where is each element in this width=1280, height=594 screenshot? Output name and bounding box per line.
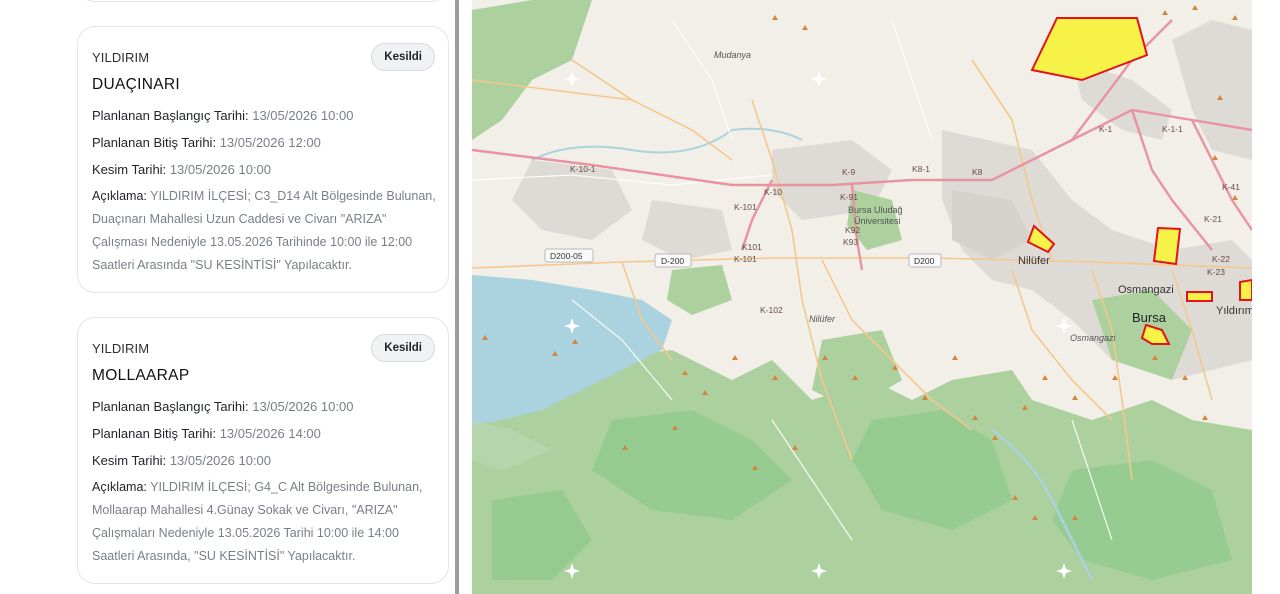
- cut-date-row: Kesim Tarihi: 13/05/2026 10:00: [92, 453, 271, 468]
- svg-text:K-1-1: K-1-1: [1162, 124, 1183, 134]
- planned-end-row: Planlanan Bitiş Tarihi: 13/05/2026 14:00: [92, 426, 321, 441]
- app-root: YILDIRIM Kesildi DUAÇINARI Planlanan Baş…: [0, 0, 1280, 594]
- svg-text:K-1: K-1: [1099, 124, 1113, 134]
- neighborhood-title: MOLLAARAP: [92, 367, 190, 384]
- description-label: Açıklama:: [92, 480, 147, 494]
- cut-date-label: Kesim Tarihi:: [92, 162, 167, 177]
- svg-text:D-200: D-200: [661, 256, 684, 266]
- svg-text:K8: K8: [972, 167, 983, 177]
- svg-text:K-101: K-101: [734, 202, 757, 212]
- svg-text:Bursa: Bursa: [1132, 310, 1167, 325]
- outage-card[interactable]: YILDIRIM Kesildi MOLLAARAP Planlanan Baş…: [77, 317, 449, 584]
- svg-text:Osmangazi: Osmangazi: [1070, 333, 1117, 343]
- svg-text:K-23: K-23: [1207, 267, 1225, 277]
- svg-text:K92: K92: [845, 225, 860, 235]
- planned-end-label: Planlanan Bitiş Tarihi:: [92, 426, 217, 441]
- panel-scrollbar[interactable]: [455, 0, 459, 594]
- cut-date-value: 13/05/2026 10:00: [169, 162, 272, 177]
- svg-text:D200-05: D200-05: [550, 251, 583, 261]
- svg-text:Nilüfer: Nilüfer: [1018, 255, 1050, 267]
- svg-text:K-102: K-102: [760, 305, 783, 315]
- svg-text:K-21: K-21: [1204, 214, 1222, 224]
- svg-text:K-101: K-101: [734, 254, 757, 264]
- cut-date-value: 13/05/2026 10:00: [169, 453, 272, 468]
- planned-end-row: Planlanan Bitiş Tarihi: 13/05/2026 12:00: [92, 135, 321, 150]
- road-shield: D200: [908, 253, 942, 268]
- cut-date-row: Kesim Tarihi: 13/05/2026 10:00: [92, 162, 271, 177]
- planned-end-value: 13/05/2026 12:00: [219, 135, 321, 150]
- planned-start-value: 13/05/2026 10:00: [252, 399, 354, 414]
- svg-text:Nilüfer: Nilüfer: [809, 314, 836, 324]
- outage-card[interactable]: YILDIRIM Kesildi DUAÇINARI Planlanan Baş…: [77, 26, 449, 293]
- outage-zone[interactable]: [1239, 278, 1252, 301]
- planned-start-value: 13/05/2026 10:00: [252, 108, 354, 123]
- outage-map[interactable]: D200-05 D-200 D200 K-10-1 K-10 K-101 K-9…: [472, 0, 1252, 594]
- planned-end-value: 13/05/2026 14:00: [219, 426, 321, 441]
- svg-text:K93: K93: [843, 237, 858, 247]
- map-canvas[interactable]: D200-05 D-200 D200 K-10-1 K-10 K-101 K-9…: [472, 0, 1252, 594]
- planned-start-label: Planlanan Başlangıç Tarihi:: [92, 399, 249, 414]
- svg-text:Bursa Uludağ: Bursa Uludağ: [848, 205, 903, 215]
- svg-text:K-91: K-91: [840, 192, 858, 202]
- status-badge-button[interactable]: Kesildi: [371, 43, 435, 71]
- description-block: Açıklama: YILDIRIM İLÇESİ; C3_D14 Alt Bö…: [92, 185, 438, 277]
- previous-card-edge: [77, 0, 449, 2]
- district-label: YILDIRIM: [92, 341, 150, 356]
- neighborhood-title: DUAÇINARI: [92, 76, 180, 93]
- planned-start-label: Planlanan Başlangıç Tarihi:: [92, 108, 249, 123]
- district-label: YILDIRIM: [92, 50, 150, 65]
- svg-text:K-10: K-10: [764, 187, 782, 197]
- cut-date-label: Kesim Tarihi:: [92, 453, 167, 468]
- planned-start-row: Planlanan Başlangıç Tarihi: 13/05/2026 1…: [92, 399, 353, 414]
- outage-zone[interactable]: [1152, 226, 1182, 266]
- planned-start-row: Planlanan Başlangıç Tarihi: 13/05/2026 1…: [92, 108, 353, 123]
- svg-text:K-10-1: K-10-1: [570, 164, 596, 174]
- svg-text:K-41: K-41: [1222, 182, 1240, 192]
- description-block: Açıklama: YILDIRIM İLÇESİ; G4_C Alt Bölg…: [92, 476, 438, 568]
- outage-list-panel[interactable]: YILDIRIM Kesildi DUAÇINARI Planlanan Baş…: [0, 0, 455, 594]
- svg-text:K-9: K-9: [842, 167, 856, 177]
- svg-text:Osmangazi: Osmangazi: [1118, 284, 1174, 296]
- outage-zone[interactable]: [1186, 291, 1213, 302]
- svg-text:K-22: K-22: [1212, 254, 1230, 264]
- status-badge-button[interactable]: Kesildi: [371, 334, 435, 362]
- description-label: Açıklama:: [92, 189, 147, 203]
- svg-text:Mudanya: Mudanya: [714, 50, 751, 60]
- road-shield: D200-05: [544, 248, 594, 263]
- svg-text:Yıldırım: Yıldırım: [1216, 305, 1252, 317]
- planned-end-label: Planlanan Bitiş Tarihi:: [92, 135, 217, 150]
- road-shield: D-200: [654, 253, 692, 268]
- svg-text:Üniversitesi: Üniversitesi: [854, 216, 901, 226]
- svg-text:K101: K101: [742, 242, 762, 252]
- svg-text:D200: D200: [914, 256, 935, 266]
- svg-text:K8-1: K8-1: [912, 164, 930, 174]
